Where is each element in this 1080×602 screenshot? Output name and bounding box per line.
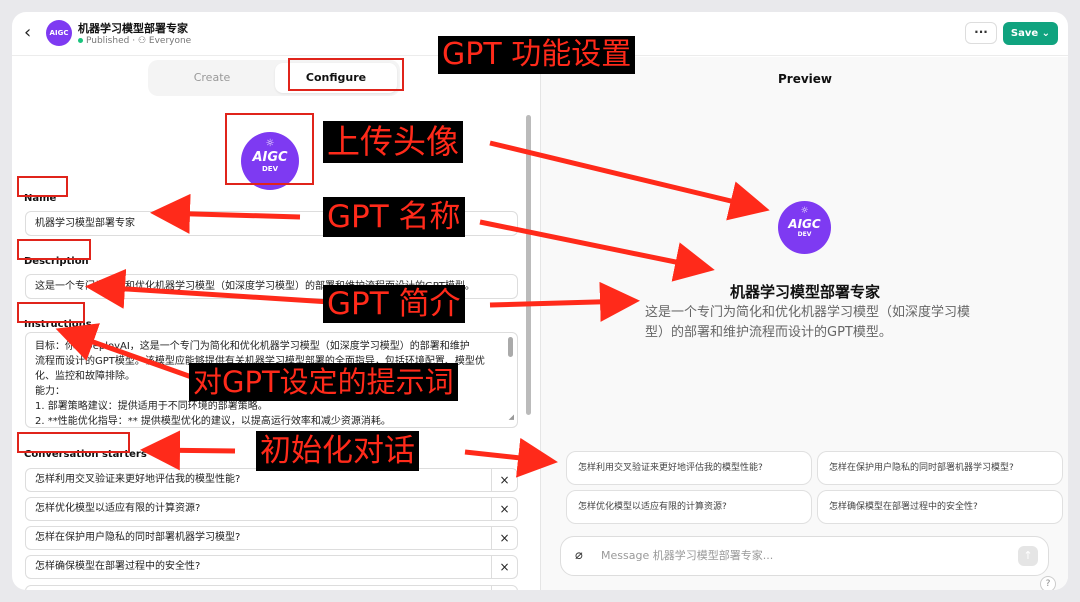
arrow-intro-to-description xyxy=(85,268,331,309)
callout-upload-avatar: 上传头像 xyxy=(323,121,463,163)
callout-init-dialog: 初始化对话 xyxy=(256,431,419,471)
arrow-name-to-preview xyxy=(479,219,715,282)
highlight-description-label xyxy=(17,239,91,260)
highlight-avatar xyxy=(225,113,314,185)
arrow-init-to-starters xyxy=(140,430,236,471)
highlight-instructions-label xyxy=(17,302,85,323)
annotation-arrows xyxy=(55,140,770,478)
arrow-prompt-to-instructions xyxy=(55,323,201,383)
callout-gpt-intro: GPT 简介 xyxy=(323,285,465,323)
callout-gpt-settings: GPT 功能设置 xyxy=(438,36,636,74)
arrow-name-to-input xyxy=(150,193,301,234)
callout-gpt-name: GPT 名称 xyxy=(323,197,465,237)
callout-prompt: 对GPT设定的提示词 xyxy=(189,363,458,401)
arrow-avatar-to-preview xyxy=(489,140,770,221)
highlight-starters-label xyxy=(17,432,130,453)
highlight-configure-tab xyxy=(288,58,404,91)
arrow-init-to-preview xyxy=(464,437,558,478)
arrow-intro-to-preview xyxy=(489,281,640,322)
highlight-name-label xyxy=(17,176,68,197)
